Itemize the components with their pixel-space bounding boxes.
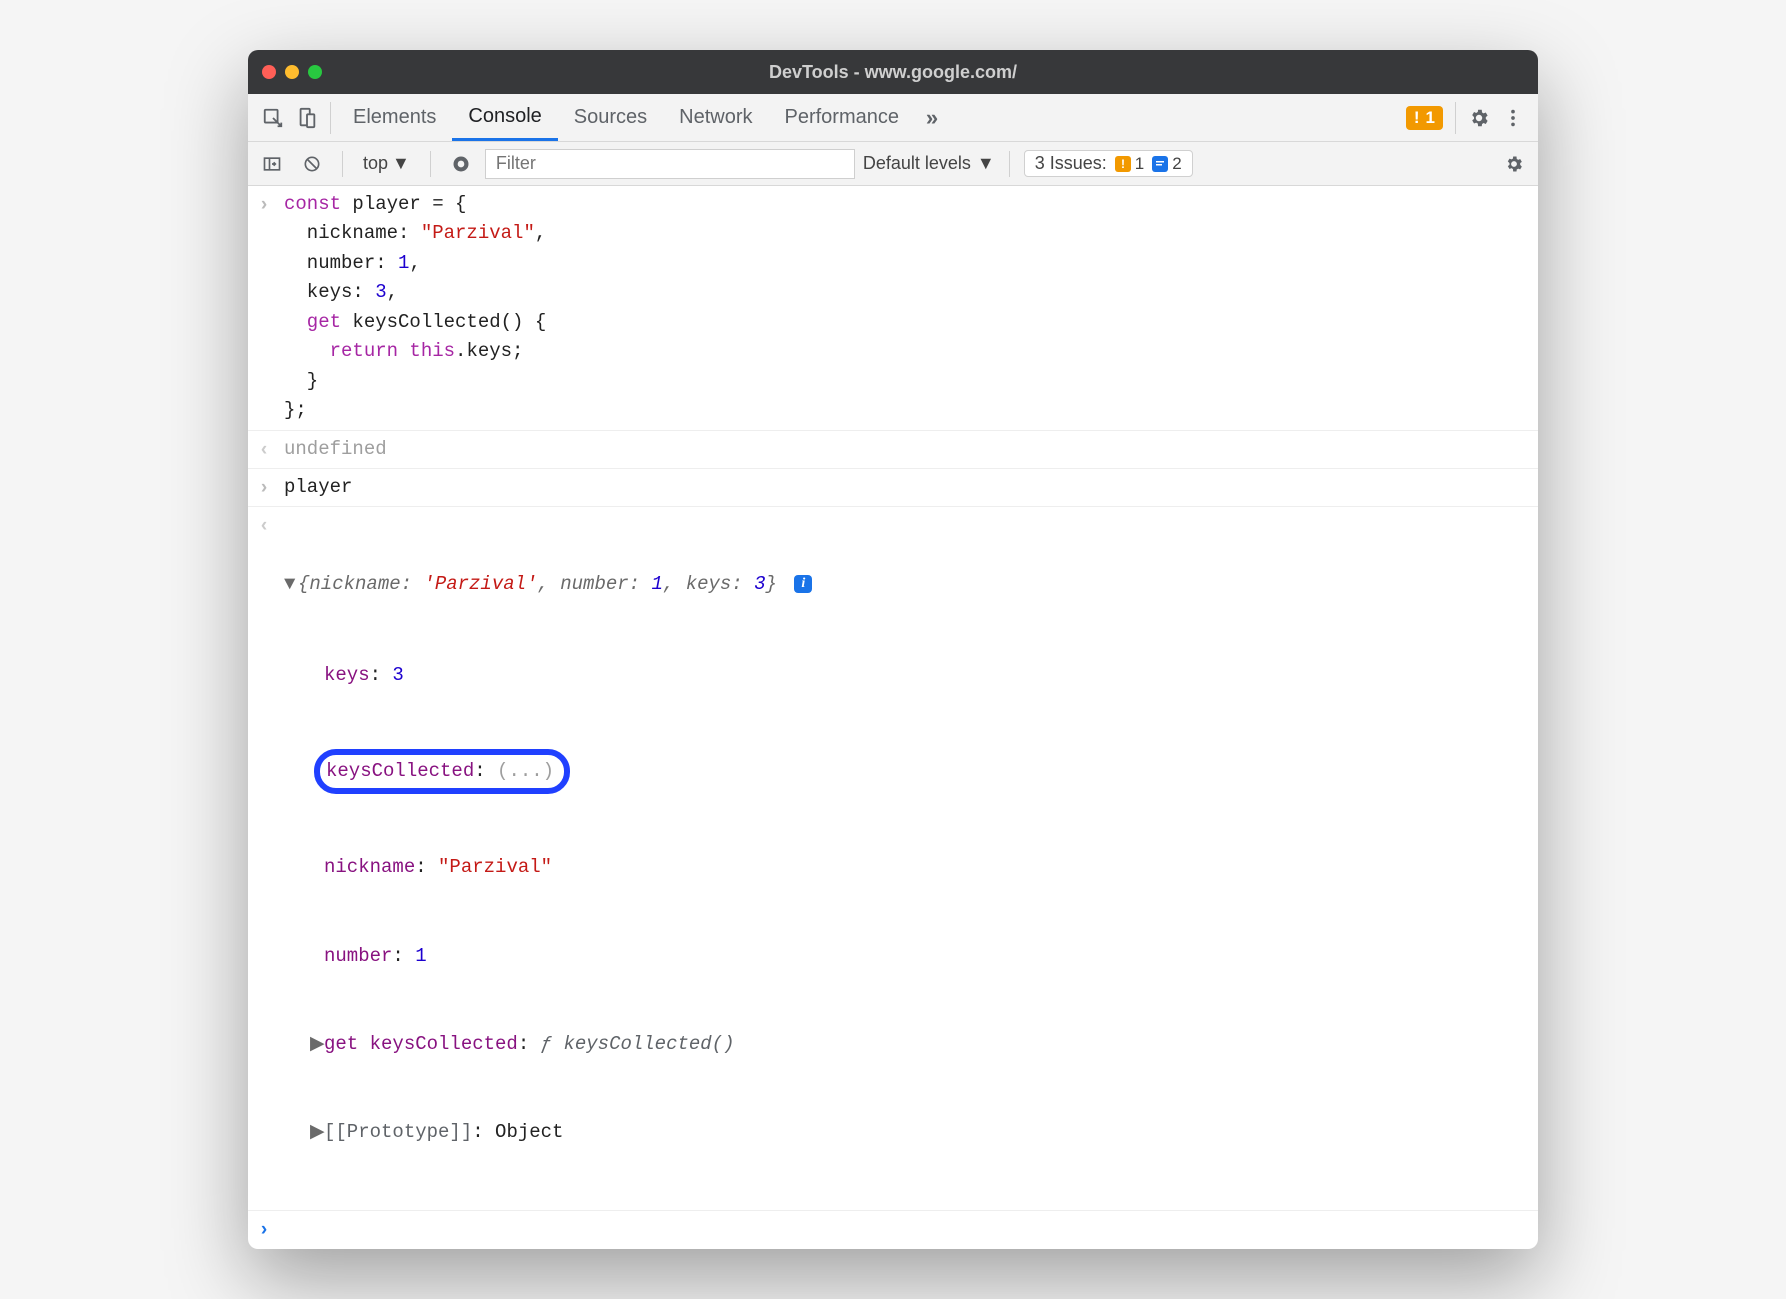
kebab-menu-icon[interactable] — [1496, 101, 1530, 135]
collapse-triangle-icon[interactable]: ▼ — [284, 570, 298, 599]
console-body: › const player = { nickname: "Parzival",… — [248, 186, 1538, 1249]
code-block: const player = { nickname: "Parzival", n… — [272, 190, 546, 426]
expand-triangle-icon[interactable]: ▶ — [310, 1030, 324, 1059]
console-input-row[interactable]: › const player = { nickname: "Parzival",… — [248, 186, 1538, 431]
console-input-row[interactable]: › player — [248, 469, 1538, 507]
settings-gear-icon[interactable] — [1462, 101, 1496, 135]
tab-network[interactable]: Network — [663, 94, 768, 141]
property-row-highlighted[interactable]: keysCollected: (...) — [284, 749, 812, 794]
issues-button[interactable]: 3 Issues: ! 1 2 — [1024, 150, 1193, 177]
prompt-chevron-icon: › — [254, 1215, 274, 1244]
input-chevron-icon: › — [254, 190, 274, 219]
output-chevron-icon: ‹ — [254, 435, 274, 464]
window-title: DevTools - www.google.com/ — [248, 62, 1538, 83]
context-label: top — [363, 153, 388, 174]
expand-triangle-icon[interactable]: ▶ — [310, 1118, 324, 1147]
device-toggle-icon[interactable] — [290, 101, 324, 135]
chevron-down-icon: ▼ — [977, 153, 995, 174]
badge-count: 2 — [1172, 154, 1181, 174]
output-chevron-icon: ‹ — [254, 511, 274, 540]
tab-label: Console — [468, 105, 541, 128]
toggle-sidebar-icon[interactable] — [256, 149, 288, 179]
tab-label: Sources — [574, 106, 647, 129]
property-row[interactable]: nickname: "Parzival" — [284, 853, 812, 882]
svg-text:!: ! — [1121, 157, 1125, 171]
console-output-row: ‹ ▼{nickname: 'Parzival', number: 1, key… — [248, 507, 1538, 1210]
live-expression-icon[interactable] — [445, 149, 477, 179]
tab-performance[interactable]: Performance — [769, 94, 916, 141]
divider — [330, 102, 331, 134]
divider — [430, 151, 431, 177]
warnings-badge[interactable]: 1 — [1406, 106, 1443, 130]
devtools-window: DevTools - www.google.com/ Elements Cons… — [248, 50, 1538, 1249]
input-chevron-icon: › — [254, 473, 274, 502]
console-toolbar: top ▼ Default levels ▼ 3 Issues: ! 1 2 — [248, 142, 1538, 186]
chevron-down-icon: ▼ — [392, 153, 410, 174]
code-text: player — [272, 473, 352, 502]
levels-label: Default levels — [863, 153, 971, 174]
prototype-row[interactable]: ▶[[Prototype]]: Object — [284, 1118, 812, 1147]
tab-sources[interactable]: Sources — [558, 94, 663, 141]
divider — [1009, 151, 1010, 177]
object-summary[interactable]: ▼{nickname: 'Parzival', number: 1, keys:… — [284, 570, 812, 599]
tab-label: Performance — [785, 106, 900, 129]
prompt-input[interactable] — [272, 1215, 295, 1244]
tabs-bar: Elements Console Sources Network Perform… — [248, 94, 1538, 142]
object-expansion: ▼{nickname: 'Parzival', number: 1, keys:… — [272, 511, 812, 1206]
divider — [342, 151, 343, 177]
badge-count: 1 — [1135, 154, 1144, 174]
issues-info-badge: 2 — [1152, 154, 1181, 174]
getter-row[interactable]: ▶get keysCollected: ƒ keysCollected() — [284, 1030, 812, 1059]
badge-count: 1 — [1426, 108, 1435, 128]
filter-input[interactable] — [485, 149, 855, 179]
console-prompt-row[interactable]: › — [248, 1210, 1538, 1248]
info-icon[interactable]: i — [794, 575, 812, 593]
tab-label: Network — [679, 106, 752, 129]
tab-elements[interactable]: Elements — [337, 94, 452, 141]
titlebar: DevTools - www.google.com/ — [248, 50, 1538, 94]
divider — [1455, 102, 1456, 134]
log-levels-selector[interactable]: Default levels ▼ — [863, 153, 995, 174]
console-output-row: ‹ undefined — [248, 431, 1538, 469]
undefined-output: undefined — [272, 435, 387, 464]
property-row[interactable]: number: 1 — [284, 942, 812, 971]
clear-console-icon[interactable] — [296, 149, 328, 179]
context-selector[interactable]: top ▼ — [357, 153, 416, 174]
property-row[interactable]: keys: 3 — [284, 661, 812, 690]
issues-label: 3 Issues: — [1035, 153, 1107, 174]
issues-warn-badge: ! 1 — [1115, 154, 1144, 174]
tab-console[interactable]: Console — [452, 94, 557, 141]
console-settings-gear-icon[interactable] — [1498, 149, 1530, 179]
tab-label: Elements — [353, 106, 436, 129]
more-tabs-icon[interactable]: » — [915, 101, 949, 135]
inspect-icon[interactable] — [256, 101, 290, 135]
